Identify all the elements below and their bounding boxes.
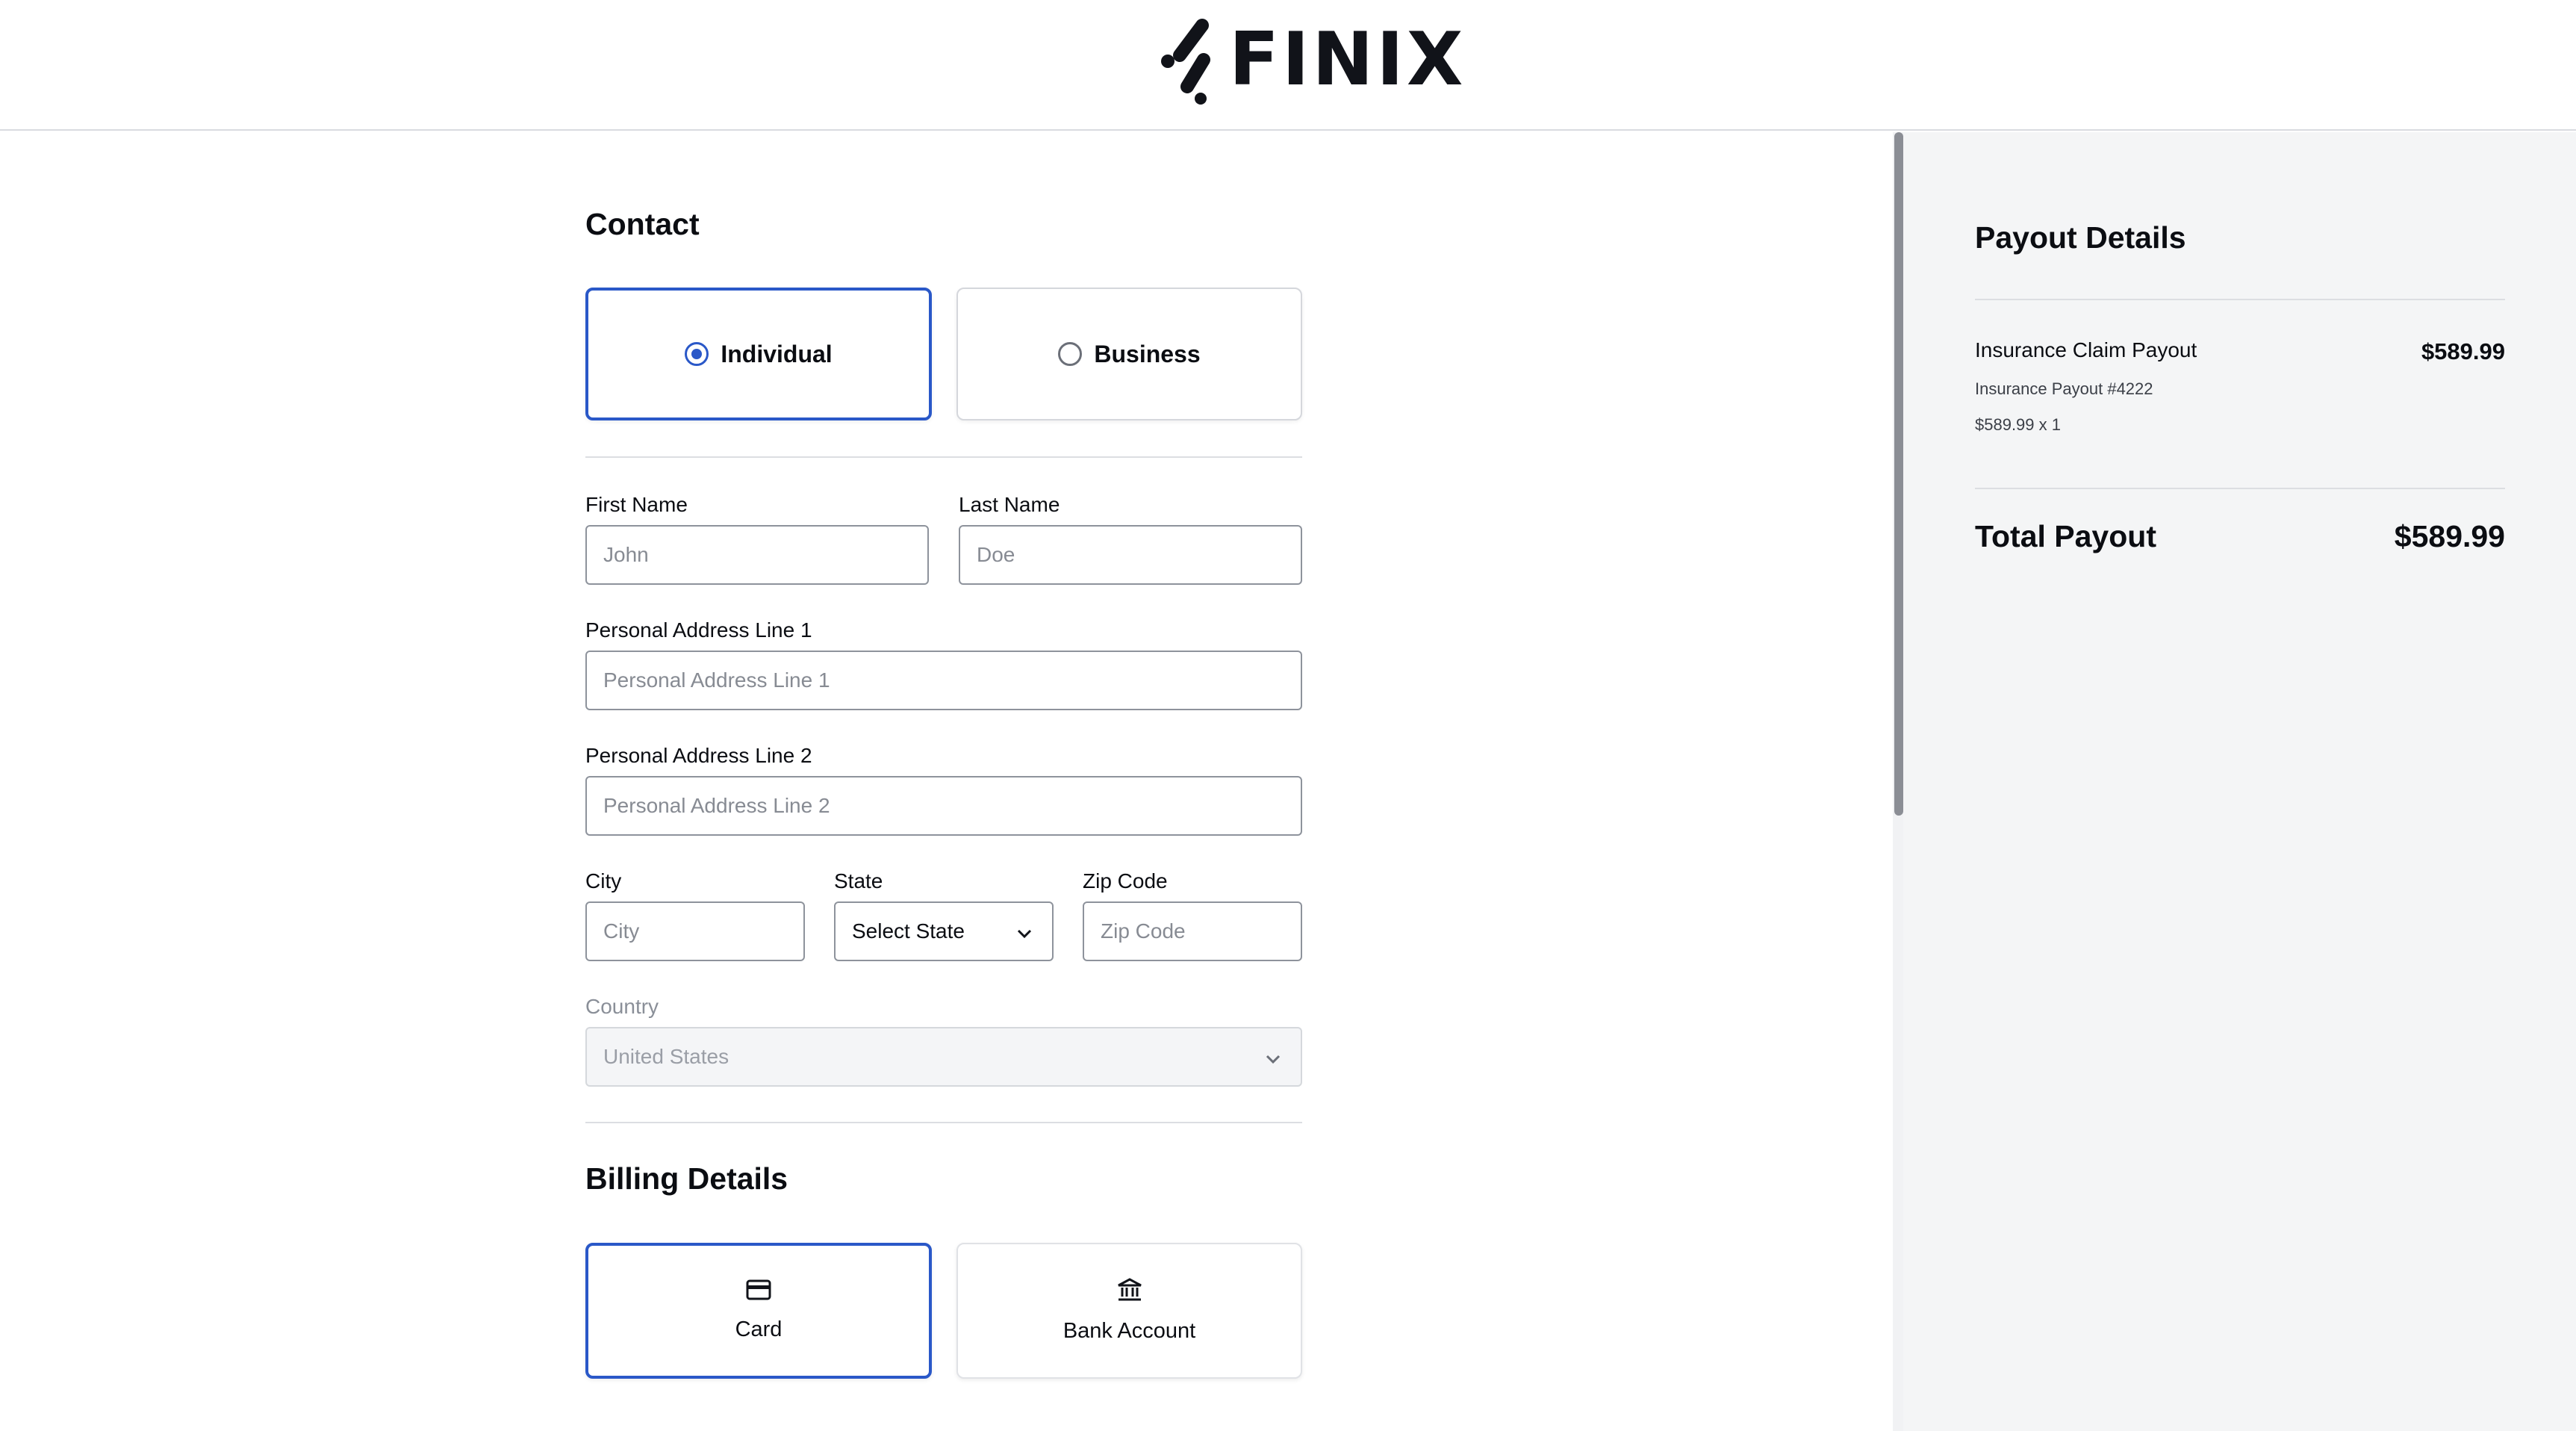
card-option[interactable]: Card [585,1243,932,1379]
main-scrollbar[interactable] [1893,132,1903,1431]
individual-option[interactable]: Individual [585,288,932,420]
address2-label: Personal Address Line 2 [585,744,812,767]
payout-details-title: Payout Details [1975,220,2186,255]
city-input[interactable]: City [585,901,805,961]
payout-item-reference: Insurance Payout #4222 [1975,379,2153,398]
total-payout-label: Total Payout [1975,519,2156,553]
divider [585,456,1302,458]
country-select-value: United States [603,1045,729,1068]
divider [585,1122,1302,1123]
city-label: City [585,869,622,893]
state-label: State [834,869,883,893]
individual-radio-icon [685,342,709,366]
last-name-input[interactable]: Doe [959,525,1302,585]
address1-input[interactable]: Personal Address Line 1 [585,651,1302,710]
payout-item-name: Insurance Claim Payout [1975,338,2197,361]
bank-account-label: Bank Account [1063,1319,1196,1343]
divider [1975,488,2505,489]
total-payout-value: $589.99 [2394,519,2505,553]
top-header: FINIX [0,0,2576,131]
business-radio-icon [1058,342,1083,366]
payout-item-price: $589.99 [2421,338,2505,364]
last-name-label: Last Name [959,493,1060,516]
brand-name: FINIX [1229,17,1466,102]
individual-label: Individual [721,340,833,367]
state-select-value: Select State [852,919,965,943]
finix-logo[interactable]: FINIX [1157,15,1463,105]
payout-sidebar: Payout Details Insurance Claim Payout $5… [1903,132,2576,1431]
address1-label: Personal Address Line 1 [585,618,812,642]
business-option[interactable]: Business [956,288,1302,420]
billing-title: Billing Details [585,1161,788,1196]
first-name-label: First Name [585,493,688,516]
first-name-input[interactable]: John [585,525,929,585]
zip-input[interactable]: Zip Code [1083,901,1302,961]
address2-input[interactable]: Personal Address Line 2 [585,776,1302,836]
bank-account-option[interactable]: Bank Account [956,1243,1302,1379]
business-label: Business [1094,340,1201,367]
contact-title: Contact [585,207,700,241]
chevron-down-icon [1016,923,1033,940]
card-label: Card [735,1317,783,1341]
credit-card-icon [746,1279,771,1304]
scrollbar-thumb[interactable] [1894,132,1903,816]
country-label: Country [585,995,659,1018]
state-select[interactable]: Select State [834,901,1054,961]
country-select[interactable]: United States [585,1027,1302,1087]
finix-logo-mark-icon [1157,15,1216,105]
chevron-down-icon [1265,1049,1281,1065]
bank-icon [1117,1278,1142,1306]
divider [1975,299,2505,300]
zip-label: Zip Code [1083,869,1168,893]
payout-item-quantity: $589.99 x 1 [1975,415,2061,434]
